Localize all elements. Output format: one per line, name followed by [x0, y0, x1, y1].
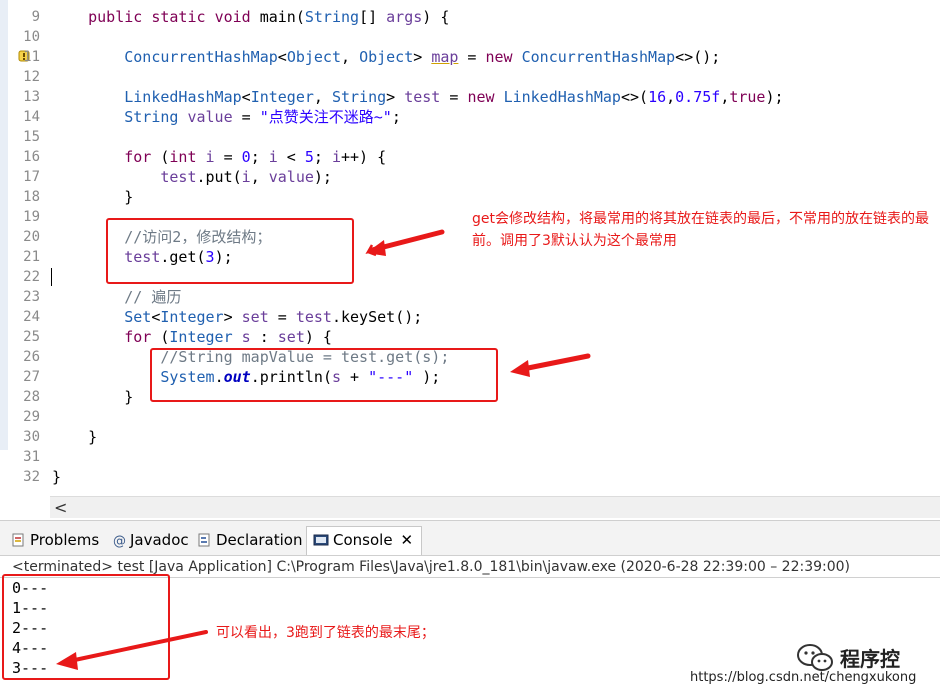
code-line[interactable]: // 遍历 — [52, 287, 181, 307]
code-line[interactable]: } — [52, 467, 61, 487]
code-line[interactable]: String value = "点赞关注不迷路~"; — [52, 107, 401, 127]
declaration-icon — [198, 533, 210, 547]
tab-label: Declaration — [216, 531, 303, 549]
tab-javadoc[interactable]: @ Javadoc — [110, 527, 189, 553]
line-number: 15 — [23, 129, 40, 145]
line-number: 32 — [23, 469, 40, 485]
watermark-name: 程序控 — [840, 647, 900, 671]
code-line[interactable]: test.put(i, value); — [52, 167, 332, 187]
line-number: 21 — [23, 249, 40, 265]
overview-ruler — [0, 0, 8, 492]
tab-console[interactable]: Console ✕ — [306, 526, 423, 555]
code-line[interactable]: public static void main(String[] args) { — [52, 7, 449, 27]
line-number: 22 — [23, 269, 40, 285]
tab-label: Console — [333, 531, 393, 549]
line-number: 10 — [23, 29, 40, 45]
line-number: 16 — [23, 149, 40, 165]
watermark-url: https://blog.csdn.net/chengxukong — [690, 670, 917, 685]
line-number: 20 — [23, 229, 40, 245]
close-icon[interactable]: ✕ — [401, 531, 414, 549]
line-number: 19 — [23, 209, 40, 225]
code-line[interactable]: ConcurrentHashMap<Object, Object> map = … — [52, 47, 720, 67]
console-icon — [313, 534, 329, 546]
code-line[interactable]: Set<Integer> set = test.keySet(); — [52, 307, 422, 327]
highlight-box-get — [106, 218, 354, 284]
line-number: 28 — [23, 389, 40, 405]
line-number: 26 — [23, 349, 40, 365]
problems-icon — [12, 533, 24, 547]
text-caret — [51, 268, 52, 286]
javadoc-icon: @ — [113, 534, 126, 548]
line-number: 12 — [23, 69, 40, 85]
line-number: 27 — [23, 369, 40, 385]
highlight-box-loop — [150, 348, 498, 402]
horizontal-scrollbar[interactable]: < — [50, 496, 940, 518]
svg-text:@: @ — [113, 534, 126, 548]
line-number: 9 — [31, 9, 40, 25]
wechat-logo-icon — [797, 644, 833, 671]
annotation-note: get会修改结构，将最常用的将其放在链表的最后，不常用的放在链表的最前。调用了3… — [472, 211, 929, 249]
tab-problems[interactable]: Problems — [10, 527, 99, 553]
line-number: 17 — [23, 169, 40, 185]
scroll-left-icon[interactable]: < — [54, 498, 67, 517]
line-number: 13 — [23, 89, 40, 105]
line-number: 31 — [23, 449, 40, 465]
folding-ruler — [44, 0, 50, 492]
tab-declaration[interactable]: Declaration — [196, 527, 302, 553]
tab-label: Problems — [30, 531, 100, 549]
view-tab-bar: Problems @ Javadoc Declaration Console ✕ — [0, 520, 940, 556]
code-line[interactable]: } — [52, 427, 97, 447]
line-number: 30 — [23, 429, 40, 445]
line-number: 14 — [23, 109, 40, 125]
annotation-note: 可以看出，3跑到了链表的最末尾； — [216, 625, 435, 641]
line-number: 18 — [23, 189, 40, 205]
line-number: 11 — [23, 49, 40, 65]
code-line[interactable]: } — [52, 387, 133, 407]
code-line[interactable]: LinkedHashMap<Integer, String> test = ne… — [52, 87, 783, 107]
line-number: 23 — [23, 289, 40, 305]
line-number: 29 — [23, 409, 40, 425]
line-number: 25 — [23, 329, 40, 345]
highlight-box-output — [2, 574, 170, 680]
tab-label: Javadoc — [130, 531, 189, 549]
code-line[interactable]: for (int i = 0; i < 5; i++) { — [52, 147, 386, 167]
code-line[interactable]: for (Integer s : set) { — [52, 327, 332, 347]
code-line[interactable]: } — [52, 187, 133, 207]
line-number: 24 — [23, 309, 40, 325]
